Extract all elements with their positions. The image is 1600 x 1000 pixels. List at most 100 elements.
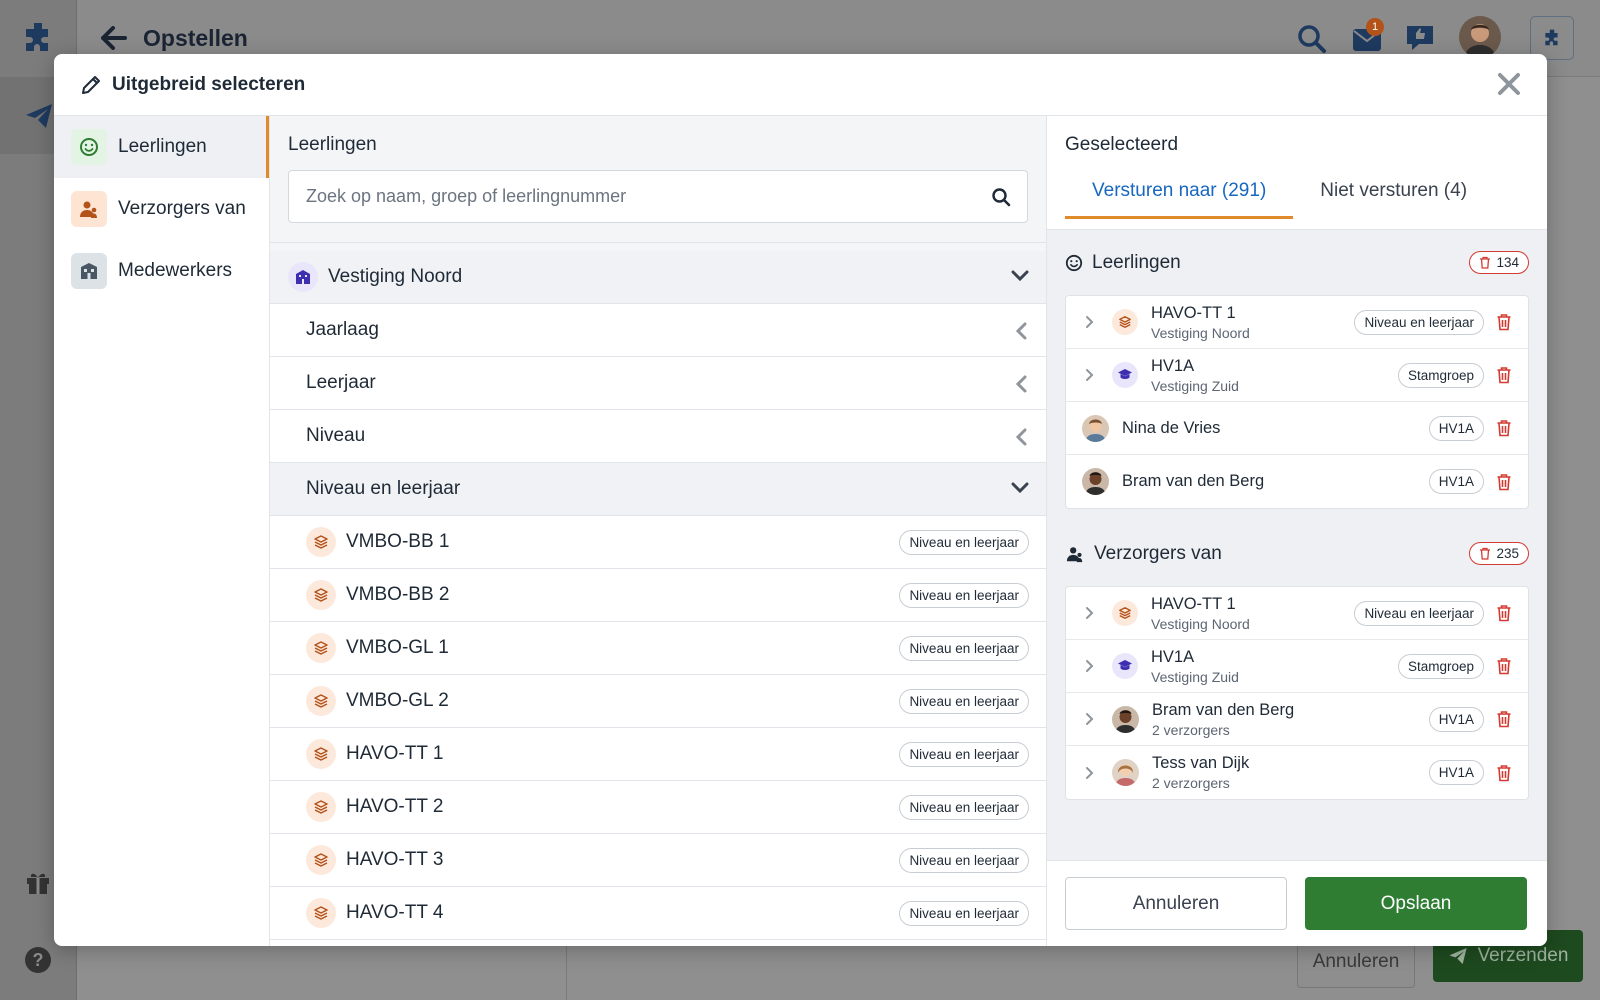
- category-item-leerlingen[interactable]: Leerlingen: [54, 116, 269, 178]
- list-item[interactable]: VMBO-GL 1 Niveau en leerjaar: [270, 622, 1046, 675]
- row-tag: Stamgroep: [1397, 653, 1484, 679]
- clear-count-button[interactable]: 134: [1469, 251, 1529, 274]
- group-row-leerjaar[interactable]: Leerjaar: [270, 357, 1046, 410]
- trash-icon[interactable]: [1496, 313, 1512, 331]
- location-row[interactable]: Vestiging Noord: [270, 251, 1046, 304]
- item-tag: Niveau en leerjaar: [899, 688, 1029, 714]
- guardian-icon: [71, 191, 107, 227]
- row-tag: HV1A: [1428, 415, 1484, 441]
- category-label: Leerlingen: [118, 136, 207, 157]
- layers-icon: [306, 580, 336, 610]
- layers-icon: [306, 686, 336, 716]
- chevron-down-icon[interactable]: [1011, 269, 1029, 283]
- avatar: [1112, 759, 1139, 786]
- row-subtitle: Vestiging Zuid: [1151, 668, 1239, 685]
- trash-icon[interactable]: [1496, 710, 1512, 728]
- search-input[interactable]: [289, 171, 1027, 222]
- category-item-verzorgers[interactable]: Verzorgers van: [54, 178, 269, 240]
- search-box: [288, 170, 1028, 223]
- list-item[interactable]: HAVO-TT 3 Niveau en leerjaar: [270, 834, 1046, 887]
- chevron-left-icon[interactable]: [1015, 428, 1029, 446]
- category-item-medewerkers[interactable]: Medewerkers: [54, 240, 269, 302]
- page-title: Opstellen: [143, 25, 248, 51]
- list-item[interactable]: VMBO-BB 2 Niveau en leerjaar: [270, 569, 1046, 622]
- back-arrow-icon[interactable]: [101, 26, 127, 50]
- puzzle-logo-icon[interactable]: [20, 20, 56, 56]
- advanced-select-modal: Uitgebreid selecteren Leerlingen Verzorg…: [54, 54, 1547, 946]
- trash-icon[interactable]: [1496, 604, 1512, 622]
- row-subtitle: 2 verzorgers: [1152, 721, 1230, 738]
- trash-icon[interactable]: [1496, 473, 1512, 491]
- save-button[interactable]: Opslaan: [1305, 877, 1527, 930]
- search-icon[interactable]: [1297, 24, 1327, 54]
- row-tag: Niveau en leerjaar: [1354, 600, 1484, 626]
- smiley-icon: [71, 129, 107, 165]
- list-item[interactable]: HAVO-TT 2 Niveau en leerjaar: [270, 781, 1046, 834]
- trash-icon[interactable]: [1496, 419, 1512, 437]
- row-tag: Niveau en leerjaar: [1354, 309, 1484, 335]
- clear-count-button[interactable]: 235: [1469, 542, 1529, 565]
- row-title: Bram van den Berg: [1122, 472, 1265, 490]
- trash-icon[interactable]: [1496, 764, 1512, 782]
- trash-icon[interactable]: [1496, 366, 1512, 384]
- row-title: Bram van den Berg: [1152, 700, 1295, 719]
- row-tag: HV1A: [1428, 706, 1484, 732]
- chevron-left-icon[interactable]: [1015, 375, 1029, 393]
- guardian-icon: [1066, 546, 1083, 562]
- group-row-niveau[interactable]: Niveau: [270, 410, 1046, 463]
- chevron-right-icon[interactable]: [1066, 315, 1112, 329]
- help-icon[interactable]: ?: [24, 946, 52, 974]
- layers-icon: [306, 739, 336, 769]
- gift-icon[interactable]: [24, 868, 52, 896]
- student-browser: Leerlingen Vestiging Noord Jaarlaag: [270, 116, 1047, 946]
- section-header-leerlingen: Leerlingen 134: [1047, 230, 1547, 295]
- staff-icon: [71, 253, 107, 289]
- row-text: HV1A Vestiging Zuid: [1151, 357, 1398, 394]
- selection-row: Tess van Dijk 2 verzorgers HV1A: [1066, 746, 1528, 799]
- paper-plane-icon: [25, 103, 52, 128]
- item-name: HAVO-TT 2: [346, 796, 444, 817]
- item-name: VMBO-GL 1: [346, 637, 449, 658]
- tab-send-to[interactable]: Versturen naar (291): [1065, 180, 1294, 219]
- chevron-right-icon[interactable]: [1066, 606, 1112, 620]
- chevron-right-icon[interactable]: [1066, 766, 1112, 780]
- svg-text:?: ?: [33, 950, 44, 970]
- layers-icon: [306, 792, 336, 822]
- selection-tabs: Versturen naar (291) Niet versturen (4): [1065, 180, 1529, 219]
- list-item[interactable]: VMBO-GL 2 Niveau en leerjaar: [270, 675, 1046, 728]
- list-item[interactable]: HAVO-TT 1 Niveau en leerjaar: [270, 728, 1046, 781]
- list-item[interactable]: HAVO-TT 4 Niveau en leerjaar: [270, 887, 1046, 940]
- chevron-left-icon[interactable]: [1015, 322, 1029, 340]
- location-label: Vestiging Noord: [328, 266, 463, 287]
- cancel-button[interactable]: Annuleren: [1065, 877, 1287, 930]
- paper-plane-icon: [1448, 948, 1467, 964]
- section-name: Leerlingen: [1092, 251, 1181, 273]
- chevron-down-icon[interactable]: [1011, 481, 1029, 495]
- user-avatar[interactable]: [1459, 16, 1501, 58]
- tab-do-not-send[interactable]: Niet versturen (4): [1293, 180, 1494, 219]
- item-name: VMBO-BB 2: [346, 584, 450, 605]
- graduation-cap-icon: [1112, 653, 1138, 679]
- item-tag: Niveau en leerjaar: [899, 635, 1029, 661]
- group-row-jaarlaag[interactable]: Jaarlaag: [270, 304, 1046, 357]
- category-list: Leerlingen Verzorgers van Medewerkers: [54, 116, 270, 946]
- group-row-niveau-en-leerjaar[interactable]: Niveau en leerjaar: [270, 463, 1046, 516]
- selection-row: Bram van den Berg HV1A: [1066, 455, 1528, 508]
- chevron-right-icon[interactable]: [1066, 659, 1112, 673]
- search-icon[interactable]: [991, 187, 1011, 207]
- list-item[interactable]: VMBO-BB 1 Niveau en leerjaar: [270, 516, 1046, 569]
- section-count: 134: [1496, 255, 1519, 270]
- item-name: HAVO-TT 4: [346, 902, 444, 923]
- trash-icon[interactable]: [1496, 657, 1512, 675]
- feedback-icon[interactable]: [1405, 24, 1435, 52]
- selection-card-leerlingen: HAVO-TT 1 Vestiging Noord Niveau en leer…: [1065, 295, 1529, 509]
- close-icon[interactable]: [1497, 72, 1521, 96]
- item-name: HAVO-TT 1: [346, 743, 444, 764]
- group-label: Leerjaar: [306, 372, 376, 393]
- row-title: HV1A: [1151, 647, 1195, 666]
- chevron-right-icon[interactable]: [1066, 368, 1112, 382]
- trash-icon: [1480, 256, 1491, 269]
- chevron-right-icon[interactable]: [1066, 712, 1112, 726]
- row-tag: HV1A: [1428, 469, 1484, 494]
- row-text: Nina de Vries: [1122, 419, 1429, 438]
